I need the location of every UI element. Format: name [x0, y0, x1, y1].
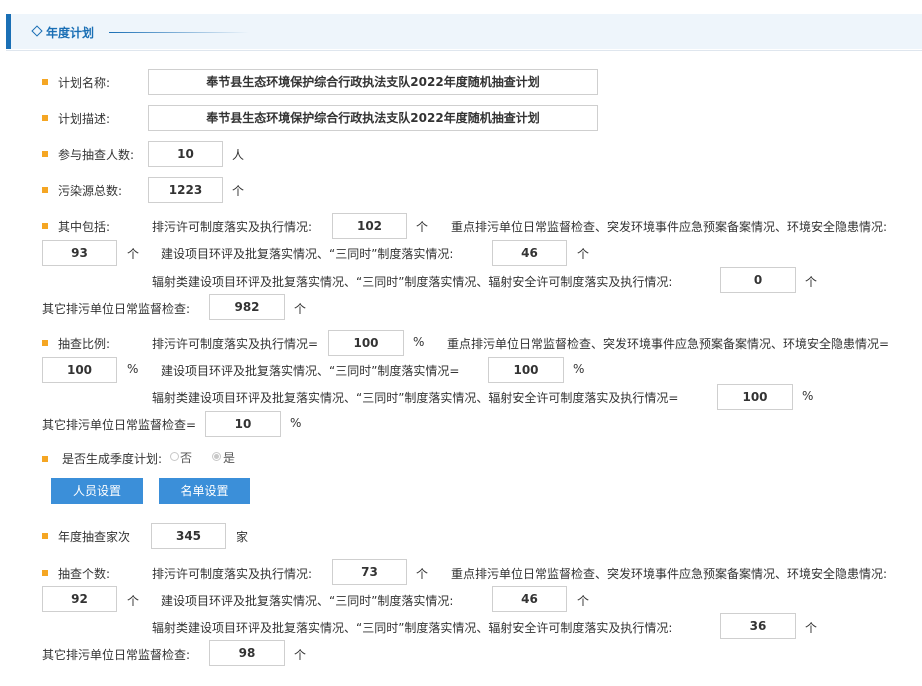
plan-name-field[interactable]: 奉节县生态环境保护综合行政执法支队2022年度随机抽查计划 — [148, 69, 598, 95]
unit-label: 个 — [805, 621, 818, 635]
diamond-icon — [31, 25, 43, 37]
percent-label: % — [127, 362, 139, 376]
annual-unit: 家 — [236, 530, 249, 544]
percent-label: % — [413, 335, 425, 349]
count-permit-field[interactable]: 73 — [332, 559, 407, 585]
radio-yes[interactable] — [212, 452, 221, 461]
percent-label: % — [802, 389, 814, 403]
plan-name-label: 计划名称: — [58, 76, 111, 90]
sources-unit: 个 — [232, 184, 245, 198]
people-label: 参与抽查人数: — [58, 148, 135, 162]
radio-no-label: 否 — [180, 451, 193, 465]
bullet-icon — [42, 533, 48, 539]
seasonal-plan-label: 是否生成季度计划: — [62, 452, 163, 466]
bullet-icon — [42, 115, 48, 121]
include-permit-label: 排污许可制度落实及执行情况: — [152, 220, 313, 234]
bullet-icon — [42, 570, 48, 576]
count-other-field[interactable]: 98 — [209, 640, 285, 666]
unit-label: 个 — [416, 567, 429, 581]
radio-yes-label: 是 — [223, 451, 236, 465]
include-permit-field[interactable]: 102 — [332, 213, 407, 239]
include-radiation-label: 辐射类建设项目环评及批复落实情况、“三同时”制度落实情况、辐射安全许可制度落实及… — [152, 275, 673, 289]
unit-label: 个 — [577, 247, 590, 261]
include-other-label: 其它排污单位日常监督检查: — [42, 302, 191, 316]
people-settings-button[interactable]: 人员设置 — [51, 478, 143, 504]
include-construct-field[interactable]: 46 — [492, 240, 567, 266]
list-settings-button[interactable]: 名单设置 — [159, 478, 250, 504]
ratio-label: 抽查比例: — [58, 337, 111, 351]
bullet-icon — [42, 79, 48, 85]
count-label: 抽查个数: — [58, 567, 111, 581]
ratio-construct-field[interactable]: 100 — [488, 357, 564, 383]
plan-desc-field[interactable]: 奉节县生态环境保护综合行政执法支队2022年度随机抽查计划 — [148, 105, 598, 131]
unit-label: 个 — [805, 275, 818, 289]
include-construct-label: 建设项目环评及批复落实情况、“三同时”制度落实情况: — [161, 247, 454, 261]
count-construct-label: 建设项目环评及批复落实情况、“三同时”制度落实情况: — [161, 594, 454, 608]
bullet-icon — [42, 187, 48, 193]
unit-label: 个 — [127, 247, 140, 261]
percent-label: % — [290, 416, 302, 430]
count-key-field[interactable]: 92 — [42, 586, 117, 612]
include-radiation-field[interactable]: 0 — [720, 267, 796, 293]
section-header: 年度计划 — [6, 14, 922, 49]
annual-count-field[interactable]: 345 — [151, 523, 226, 549]
unit-label: 个 — [294, 648, 307, 662]
include-key-field[interactable]: 93 — [42, 240, 117, 266]
section-title: 年度计划 — [46, 26, 95, 40]
ratio-other-field[interactable]: 10 — [205, 411, 281, 437]
bullet-icon — [42, 223, 48, 229]
count-radiation-label: 辐射类建设项目环评及批复落实情况、“三同时”制度落实情况、辐射安全许可制度落实及… — [152, 621, 673, 635]
unit-label: 个 — [294, 302, 307, 316]
ratio-permit-label: 排污许可制度落实及执行情况= — [152, 337, 319, 351]
ratio-radiation-label: 辐射类建设项目环评及批复落实情况、“三同时”制度落实情况、辐射安全许可制度落实及… — [152, 391, 679, 405]
sources-total-field[interactable]: 1223 — [148, 177, 223, 203]
title-underline — [109, 32, 249, 33]
include-other-field[interactable]: 982 — [209, 294, 285, 320]
unit-label: 个 — [416, 220, 429, 234]
count-radiation-field[interactable]: 36 — [720, 613, 796, 639]
annual-label: 年度抽查家次 — [58, 530, 131, 544]
ratio-permit-field[interactable]: 100 — [328, 330, 404, 356]
unit-label: 个 — [577, 594, 590, 608]
sources-label: 污染源总数: — [58, 184, 123, 198]
bullet-icon — [42, 340, 48, 346]
percent-label: % — [573, 362, 585, 376]
include-label: 其中包括: — [58, 220, 111, 234]
divider — [6, 50, 922, 51]
count-permit-label: 排污许可制度落实及执行情况: — [152, 567, 313, 581]
count-other-label: 其它排污单位日常监督检查: — [42, 648, 191, 662]
ratio-construct-label: 建设项目环评及批复落实情况、“三同时”制度落实情况= — [161, 364, 460, 378]
radio-no[interactable] — [170, 452, 179, 461]
bullet-icon — [42, 456, 48, 462]
people-unit: 人 — [232, 148, 245, 162]
count-key-label: 重点排污单位日常监督检查、突发环境事件应急预案备案情况、环境安全隐患情况: — [451, 567, 888, 581]
unit-label: 个 — [127, 594, 140, 608]
ratio-key-label: 重点排污单位日常监督检查、突发环境事件应急预案备案情况、环境安全隐患情况= — [447, 337, 890, 351]
include-key-label: 重点排污单位日常监督检查、突发环境事件应急预案备案情况、环境安全隐患情况: — [451, 220, 888, 234]
bullet-icon — [42, 151, 48, 157]
ratio-other-label: 其它排污单位日常监督检查= — [42, 418, 197, 432]
plan-desc-label: 计划描述: — [58, 112, 111, 126]
count-construct-field[interactable]: 46 — [492, 586, 567, 612]
ratio-key-field[interactable]: 100 — [42, 357, 117, 383]
people-count-field[interactable]: 10 — [148, 141, 223, 167]
ratio-radiation-field[interactable]: 100 — [717, 384, 793, 410]
